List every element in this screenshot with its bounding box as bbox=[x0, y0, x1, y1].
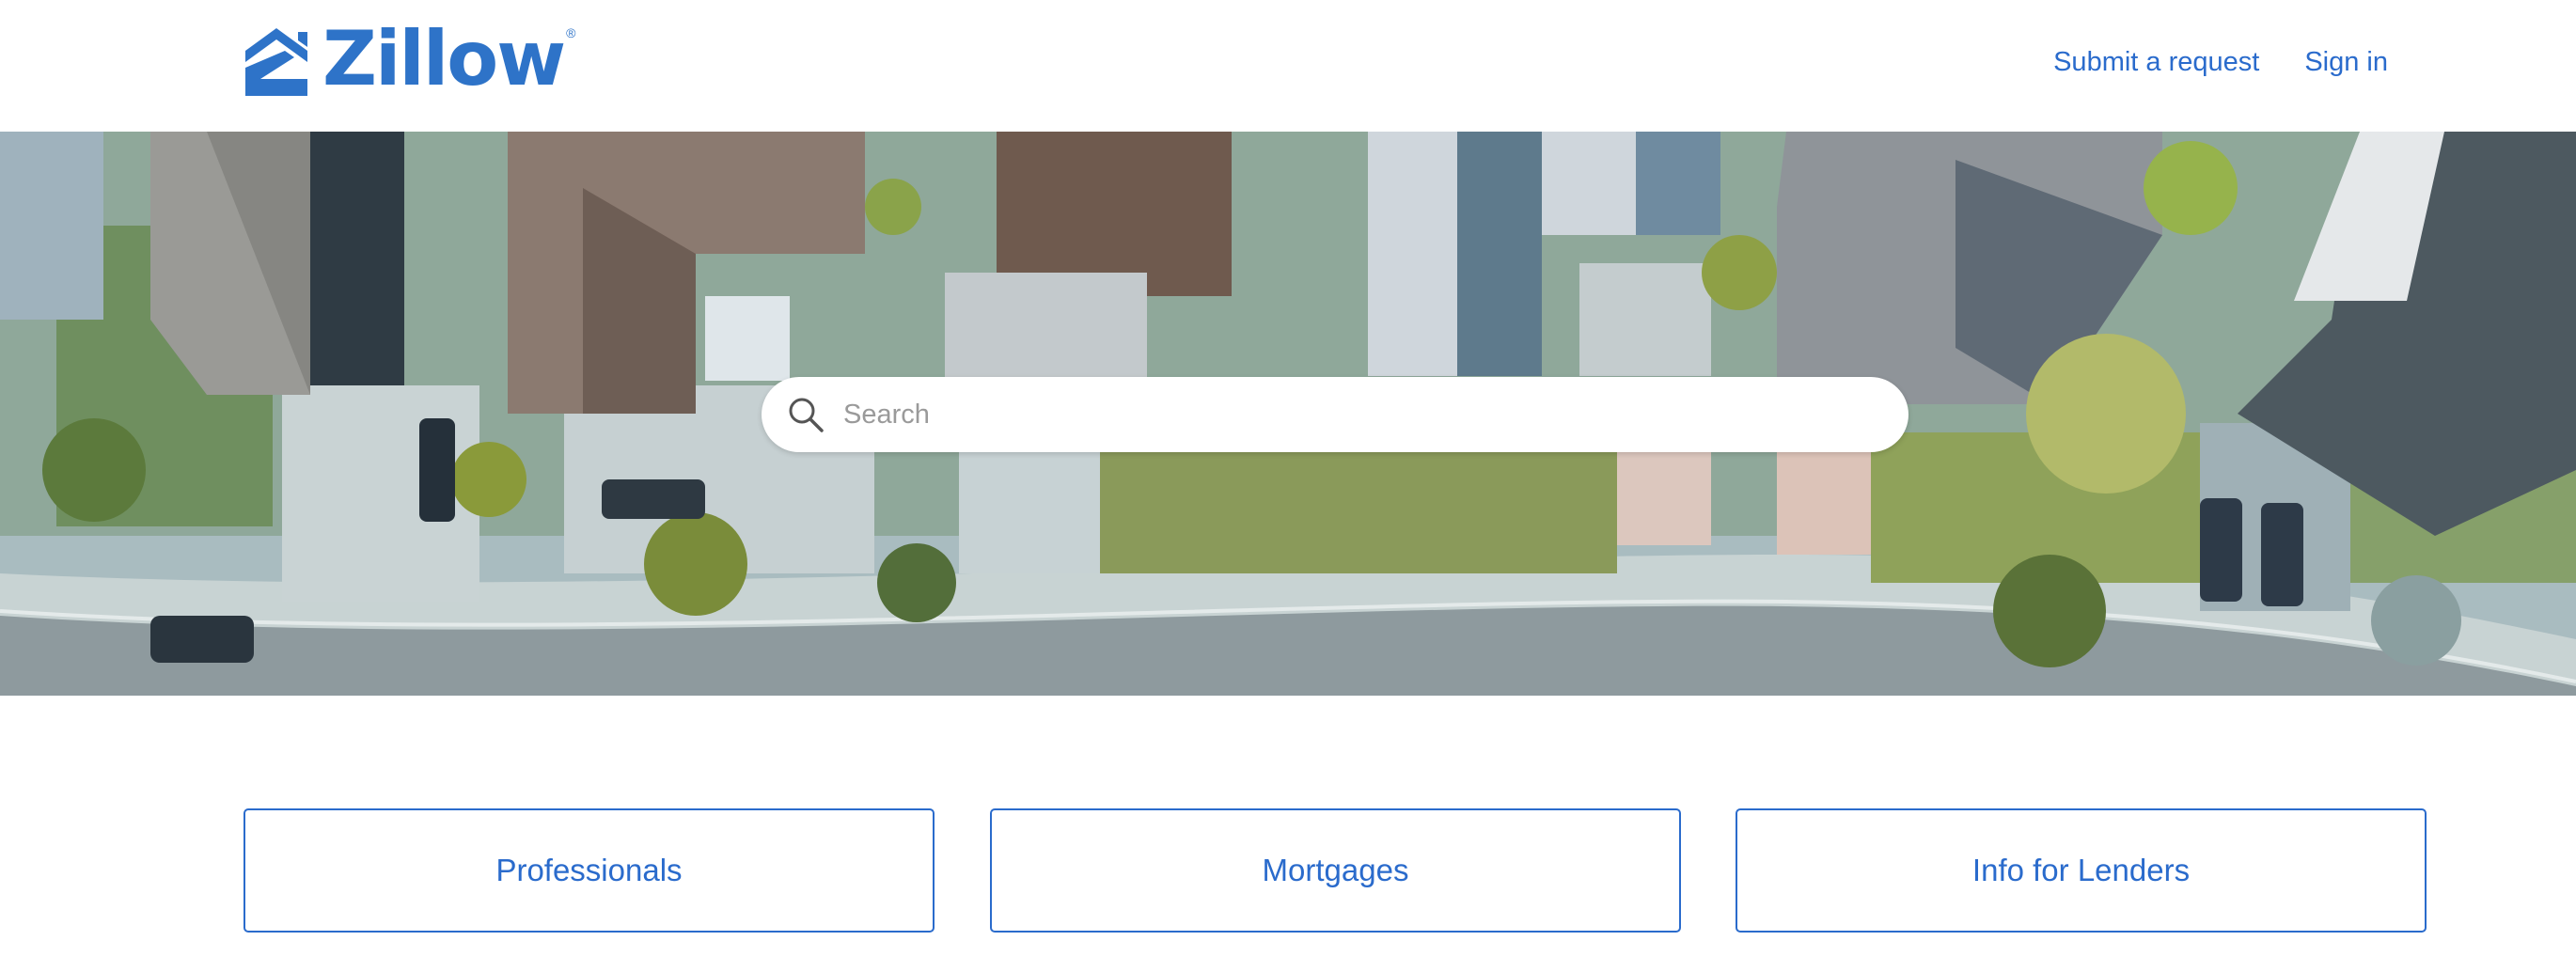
sign-in-link[interactable]: Sign in bbox=[2304, 47, 2388, 78]
category-cards: Professionals Mortgages Info for Lenders bbox=[243, 808, 2427, 933]
search-input[interactable] bbox=[841, 398, 1857, 431]
zillow-logo[interactable]: Zillow ® bbox=[243, 15, 576, 102]
submit-request-link[interactable]: Submit a request bbox=[2053, 47, 2259, 78]
hero-banner bbox=[0, 132, 2576, 696]
mortgages-card[interactable]: Mortgages bbox=[990, 808, 1681, 933]
registered-mark: ® bbox=[566, 25, 576, 40]
info-for-lenders-card[interactable]: Info for Lenders bbox=[1736, 808, 2427, 933]
header-nav: Submit a request Sign in bbox=[2053, 47, 2388, 78]
search-bar[interactable] bbox=[762, 377, 1908, 452]
zillow-house-icon bbox=[245, 28, 307, 96]
professionals-card[interactable]: Professionals bbox=[243, 808, 935, 933]
brand-name: Zillow bbox=[322, 15, 566, 102]
search-icon bbox=[789, 398, 824, 432]
site-header: Zillow ® Submit a request Sign in bbox=[0, 0, 2576, 132]
